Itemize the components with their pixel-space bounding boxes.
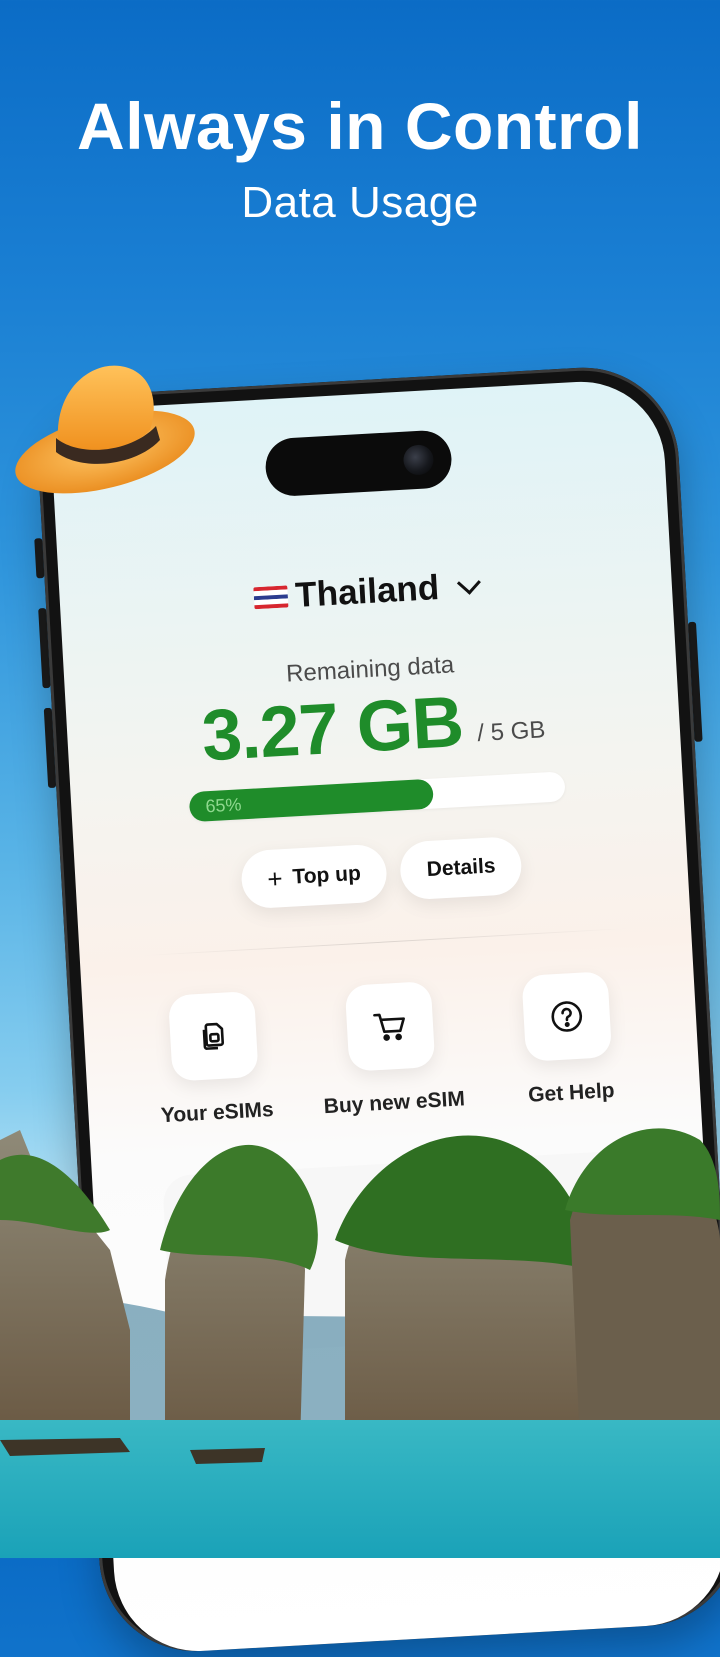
details-button[interactable]: Details: [399, 835, 524, 901]
sim-cards-icon: [202, 1022, 224, 1050]
straw-hat-icon: [15, 365, 195, 494]
cart-icon: [373, 1013, 405, 1041]
details-label: Details: [426, 854, 497, 882]
your-esims-tile[interactable]: [167, 990, 259, 1082]
total-data-value: / 5 GB: [476, 716, 547, 748]
top-up-label: Top up: [291, 861, 362, 889]
dynamic-island: [264, 429, 454, 498]
help-circle-icon: [551, 1001, 583, 1032]
subhead: Data Usage: [241, 178, 479, 227]
camera-icon: [402, 444, 435, 476]
country-selector[interactable]: Thailand: [59, 555, 672, 629]
divider: [139, 927, 631, 957]
buy-esim-action[interactable]: Buy new eSIM: [299, 979, 483, 1121]
get-help-tile[interactable]: [521, 971, 613, 1062]
top-up-button[interactable]: + Top up: [239, 843, 389, 910]
buy-esim-tile[interactable]: [344, 981, 436, 1072]
thailand-flag-icon: [252, 585, 289, 610]
plus-icon: +: [266, 862, 284, 894]
headline: Always in Control: [77, 89, 643, 163]
remaining-data-value: 3.27 GB: [199, 681, 465, 777]
thailand-landscape-image: [0, 1128, 720, 1558]
chevron-down-icon[interactable]: [457, 570, 482, 595]
get-help-action[interactable]: Get Help: [476, 969, 660, 1111]
data-usage-progress: 65%: [188, 771, 566, 823]
usage-buttons: + Top up Details: [74, 827, 688, 919]
progress-fill: 65%: [188, 778, 435, 823]
country-name: Thailand: [294, 567, 441, 615]
progress-percent: 65%: [204, 793, 242, 816]
